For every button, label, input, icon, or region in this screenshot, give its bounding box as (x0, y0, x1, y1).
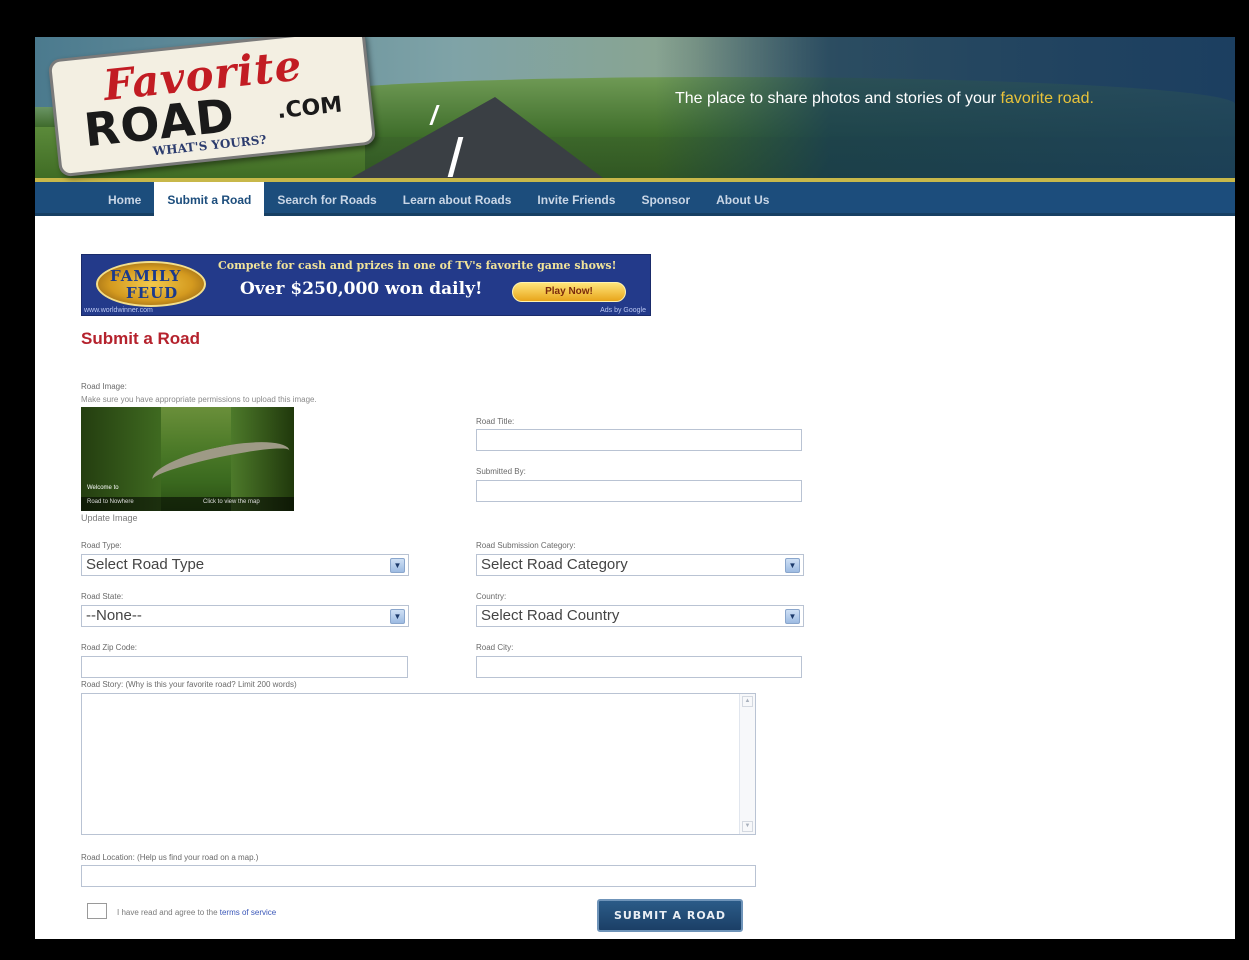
road-state-label: Road State: (81, 592, 124, 601)
category-select[interactable]: Select Road Category ▼ (476, 554, 804, 576)
road-image-label: Road Image: (81, 382, 127, 391)
tos-label: I have read and agree to the (117, 908, 220, 917)
submitted-by-input[interactable] (476, 480, 802, 502)
site-tagline: The place to share photos and stories of… (675, 90, 1094, 108)
road-image-preview: Welcome to Road to Nowhere Click to view… (81, 407, 294, 511)
road-location-label: Road Location: (Help us find your road o… (81, 853, 259, 862)
tos-checkbox[interactable] (87, 903, 107, 919)
main-nav: Home Submit a Road Search for Roads Lear… (35, 182, 1235, 216)
nav-search-for-roads[interactable]: Search for Roads (264, 182, 389, 216)
tagline-highlight: favorite road. (1000, 90, 1094, 107)
ad-logo-line2: FEUD (126, 284, 179, 302)
nav-invite-friends[interactable]: Invite Friends (524, 182, 628, 216)
header-banner: Favorite ROAD .COM WHAT'S YOURS? The pla… (35, 37, 1235, 182)
tos-link[interactable]: terms of service (220, 908, 276, 917)
road-city-label: Road City: (476, 643, 514, 652)
road-image-caption: Click to view the map (203, 499, 260, 505)
ad-headline: Compete for cash and prizes in one of TV… (218, 259, 617, 272)
road-image-caption: Road to Nowhere (87, 499, 134, 505)
scroll-up-icon[interactable]: ▲ (742, 696, 753, 707)
ad-logo: FAMILY FEUD (96, 261, 206, 307)
road-image-caption: Welcome to (87, 485, 119, 491)
story-scrollbar[interactable]: ▲ ▼ (739, 694, 755, 834)
road-state-value: --None-- (86, 607, 142, 624)
banner-road (335, 97, 615, 182)
road-title-label: Road Title: (476, 417, 515, 426)
road-location-input[interactable] (81, 865, 756, 887)
banner-overlay (655, 37, 1235, 182)
road-city-input[interactable] (476, 656, 802, 678)
zip-code-input[interactable] (81, 656, 408, 678)
nav-learn-about-roads[interactable]: Learn about Roads (390, 182, 525, 216)
ad-url[interactable]: www.worldwinner.com (84, 307, 153, 314)
chevron-down-icon[interactable]: ▼ (390, 558, 405, 573)
road-story-label: Road Story: (Why is this your favorite r… (81, 680, 297, 689)
road-title-input[interactable] (476, 429, 802, 451)
nav-submit-a-road[interactable]: Submit a Road (154, 182, 265, 216)
zip-code-label: Road Zip Code: (81, 643, 138, 652)
road-type-value: Select Road Type (86, 556, 205, 573)
nav-sponsor[interactable]: Sponsor (628, 182, 703, 216)
road-story-textarea[interactable]: ▲ ▼ (81, 693, 756, 835)
update-image-link[interactable]: Update Image (81, 513, 138, 523)
category-value: Select Road Category (481, 556, 628, 573)
country-select[interactable]: Select Road Country ▼ (476, 605, 804, 627)
page-title: Submit a Road (81, 329, 201, 348)
road-type-select[interactable]: Select Road Type ▼ (81, 554, 409, 576)
road-type-label: Road Type: (81, 541, 122, 550)
image-permission-note: Make sure you have appropriate permissio… (81, 395, 317, 404)
ad-play-now-button[interactable]: Play Now! (512, 282, 626, 302)
nav-about-us[interactable]: About Us (703, 182, 782, 216)
tos-text: I have read and agree to the terms of se… (117, 908, 276, 917)
ads-by-google-link[interactable]: Ads by Google (600, 307, 646, 314)
ad-subheadline: Over $250,000 won daily! (240, 279, 483, 299)
tagline-main: The place to share photos and stories of… (675, 90, 1001, 107)
ad-banner[interactable]: FAMILY FEUD Compete for cash and prizes … (81, 254, 651, 316)
category-label: Road Submission Category: (476, 541, 576, 550)
ad-logo-line1: FAMILY (110, 267, 182, 285)
road-image-trees (81, 407, 161, 511)
chevron-down-icon[interactable]: ▼ (390, 609, 405, 624)
country-label: Country: (476, 592, 507, 601)
chevron-down-icon[interactable]: ▼ (785, 558, 800, 573)
submitted-by-label: Submitted By: (476, 467, 526, 476)
country-value: Select Road Country (481, 607, 620, 624)
scroll-down-icon[interactable]: ▼ (742, 821, 753, 832)
page: Favorite ROAD .COM WHAT'S YOURS? The pla… (35, 37, 1235, 939)
nav-home[interactable]: Home (95, 182, 154, 216)
chevron-down-icon[interactable]: ▼ (785, 609, 800, 624)
logo-com-text: .COM (276, 92, 344, 125)
submit-road-button[interactable]: SUBMIT A ROAD (597, 899, 743, 932)
road-state-select[interactable]: --None-- ▼ (81, 605, 409, 627)
